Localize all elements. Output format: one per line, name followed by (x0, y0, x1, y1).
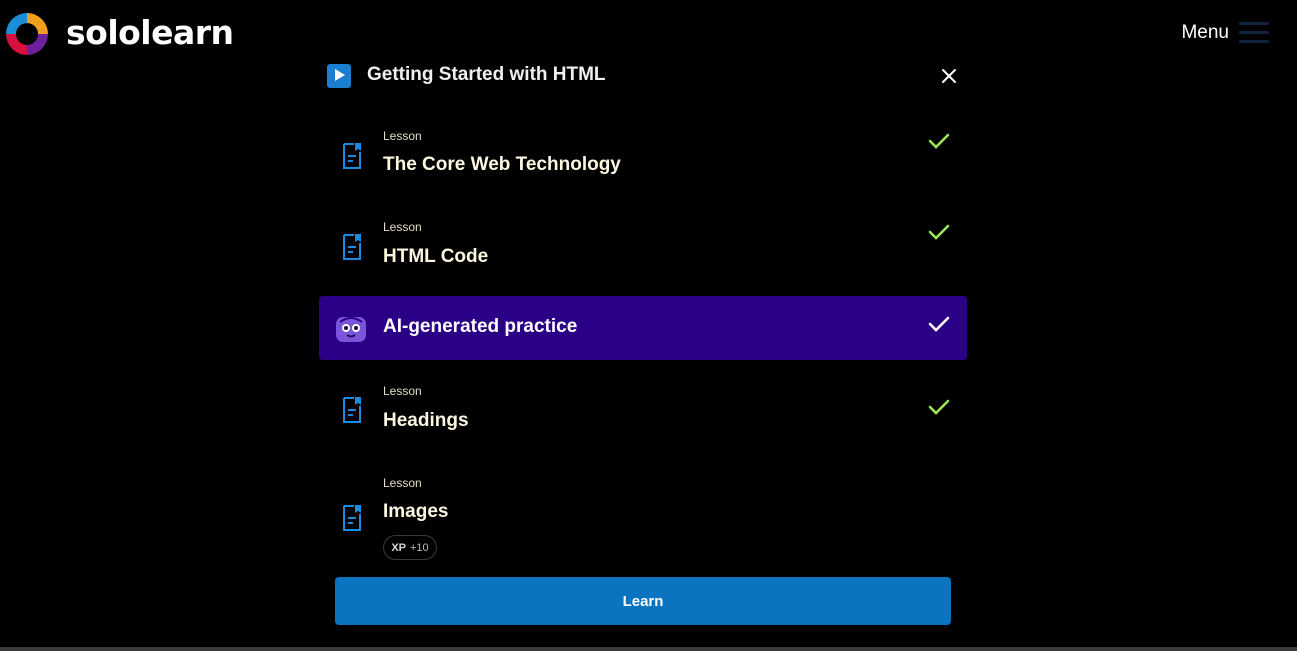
ai-bot-icon (336, 317, 366, 342)
lesson-doc-icon (343, 397, 361, 423)
item-type-label: Lesson (383, 220, 422, 234)
item-title: The Core Web Technology (383, 154, 621, 175)
lesson-doc-icon (343, 143, 361, 169)
item-title: Images (383, 501, 449, 522)
xp-label: XP (391, 541, 406, 554)
top-header: sololearn Menu (0, 0, 1297, 68)
item-type-label: Lesson (383, 476, 422, 490)
collapse-icon[interactable] (939, 66, 959, 86)
sololearn-logo-icon (6, 13, 48, 55)
lesson-doc-icon (343, 234, 361, 260)
completed-check-icon (928, 133, 950, 149)
completed-check-icon (928, 316, 950, 332)
item-title: AI-generated practice (383, 316, 578, 337)
item-title: HTML Code (383, 246, 489, 267)
menu-label: Menu (1181, 22, 1229, 43)
xp-badge: XP +10 (383, 535, 437, 560)
learn-button[interactable]: Learn (335, 577, 951, 625)
page: sololearn Menu Getting Started with HTML… (0, 0, 1297, 651)
brand-name: sololearn (66, 12, 234, 52)
item-type-label: Lesson (383, 384, 422, 398)
lesson-item-images[interactable]: Lesson Images (319, 467, 967, 531)
menu-button[interactable]: Menu (1181, 20, 1269, 46)
hamburger-icon (1239, 20, 1269, 46)
lesson-item-html-code[interactable]: Lesson HTML Code (319, 211, 967, 275)
completed-check-icon (928, 399, 950, 415)
xp-value: +10 (410, 541, 429, 554)
lesson-item-core-web-technology[interactable]: Lesson The Core Web Technology (319, 120, 967, 184)
item-title: Headings (383, 410, 469, 431)
completed-check-icon (928, 224, 950, 240)
lesson-doc-icon (343, 505, 361, 531)
sololearn-logo[interactable]: sololearn (2, 9, 234, 59)
item-type-label: Lesson (383, 129, 422, 143)
bottom-scroll-edge (0, 647, 1297, 651)
lesson-item-headings[interactable]: Lesson Headings (319, 375, 967, 439)
practice-item-ai-generated[interactable]: AI-generated practice (319, 296, 967, 360)
